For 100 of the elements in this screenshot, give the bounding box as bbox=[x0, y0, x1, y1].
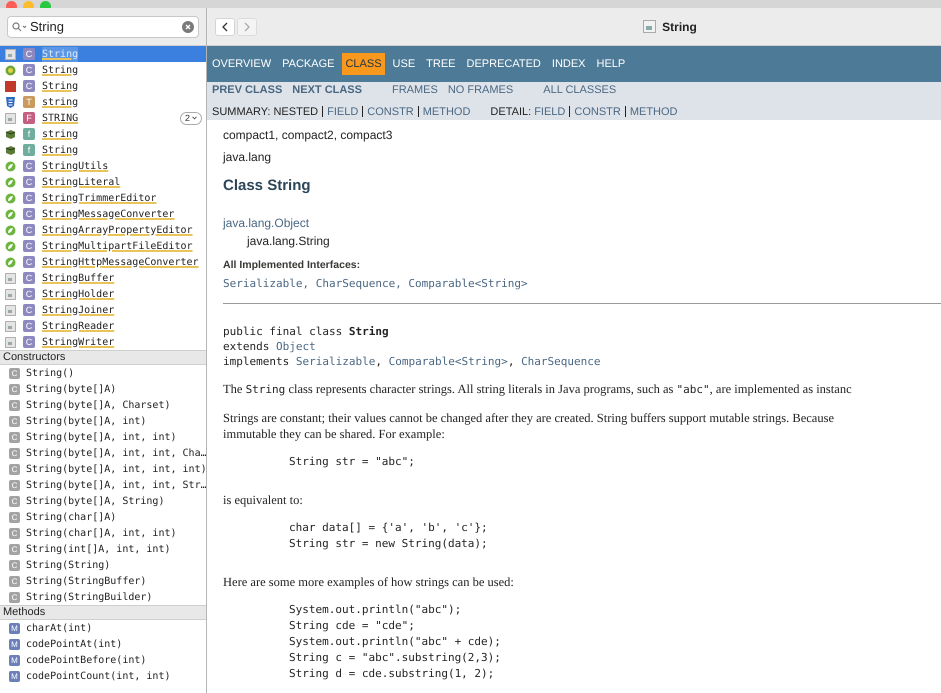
method-icon: M bbox=[9, 622, 20, 634]
result-name: StringWriter bbox=[42, 336, 114, 350]
constructor-icon: C bbox=[9, 592, 20, 602]
result-name: string bbox=[42, 128, 78, 142]
method-icon: M bbox=[9, 654, 20, 666]
result-name: StringMultipartFileEditor bbox=[42, 240, 193, 254]
detail-label: DETAIL: bbox=[490, 104, 532, 120]
type-icon: C bbox=[23, 320, 35, 332]
chevron-down-icon bbox=[192, 116, 197, 120]
member-signature: String() bbox=[26, 366, 74, 380]
result-name: String bbox=[42, 64, 78, 78]
member-signature: String(byte[]A, String) bbox=[26, 494, 164, 508]
description-paragraph: Strings are constant; their values cannot be changed after they are created. String buffers support mutable strings. Because immutable they can be shared. For example: bbox=[223, 410, 836, 442]
class-heading: Class String bbox=[223, 176, 312, 196]
summary-link[interactable]: CONSTR bbox=[367, 104, 414, 120]
member-signature: String(byte[]A, Charset) bbox=[26, 398, 170, 412]
leaf-icon bbox=[5, 160, 16, 172]
leaf-icon bbox=[5, 240, 16, 252]
result-name: StringHolder bbox=[42, 288, 114, 302]
type-icon: T bbox=[23, 96, 35, 108]
summary-link[interactable]: FIELD bbox=[327, 104, 358, 120]
constructor-icon: C bbox=[9, 512, 20, 522]
member-signature: String(byte[]A) bbox=[26, 382, 116, 396]
result-name: string bbox=[42, 96, 78, 110]
count-badge[interactable]: 2 bbox=[180, 112, 202, 124]
js-icon bbox=[5, 80, 16, 92]
member-signature: String(byte[]A, int, int, Cha… bbox=[26, 446, 206, 460]
constructor-icon: C bbox=[9, 384, 20, 394]
leaf-icon bbox=[5, 208, 16, 220]
constructor-icon: C bbox=[9, 576, 20, 586]
result-name: StringReader bbox=[42, 320, 114, 334]
type-icon: C bbox=[23, 336, 35, 348]
search-field[interactable]: String bbox=[7, 16, 199, 38]
type-icon: C bbox=[23, 80, 35, 92]
type-icon: F bbox=[23, 112, 35, 124]
class-name: java.lang.String bbox=[246, 232, 331, 250]
detail-link[interactable]: METHOD bbox=[630, 104, 678, 120]
member-signature: String(byte[]A, int, int, int) bbox=[26, 462, 206, 476]
nav-tab[interactable]: PACKAGE bbox=[279, 52, 338, 76]
type-icon: f bbox=[23, 128, 35, 140]
nav-tab[interactable]: TREE bbox=[423, 52, 459, 76]
method-icon: M bbox=[9, 638, 20, 650]
result-name: String bbox=[42, 46, 78, 62]
class-link[interactable]: PREV CLASS bbox=[212, 82, 282, 98]
result-name: StringArrayPropertyEditor bbox=[42, 224, 193, 238]
all-classes-link[interactable]: ALL CLASSES bbox=[543, 82, 616, 98]
leaf-icon bbox=[5, 176, 16, 188]
interfaces-list[interactable]: Serializable, CharSequence, Comparable<String> bbox=[223, 276, 925, 293]
interfaces-label: All Implemented Interfaces: bbox=[223, 258, 362, 272]
constructor-icon: C bbox=[9, 416, 20, 426]
result-name: StringLiteral bbox=[42, 176, 120, 190]
nav-tab[interactable]: INDEX bbox=[548, 52, 589, 76]
member-signature: String(byte[]A, int, int, Str… bbox=[26, 478, 206, 492]
frames-link[interactable]: FRAMES bbox=[392, 82, 438, 98]
section-header: Methods bbox=[0, 605, 206, 620]
constructor-icon: C bbox=[9, 544, 20, 554]
type-icon: C bbox=[23, 288, 35, 300]
member-signature: charAt(int) bbox=[26, 622, 92, 636]
nav-tab[interactable]: CLASS bbox=[342, 52, 385, 76]
section-header: Constructors bbox=[0, 350, 206, 365]
constructor-icon: C bbox=[9, 480, 20, 490]
detail-link[interactable]: FIELD bbox=[534, 104, 566, 120]
summary-link[interactable]: METHOD bbox=[422, 104, 470, 120]
member-signature: codePointAt(int) bbox=[26, 638, 122, 652]
description-paragraph: The String class represents character strings. All string literals in Java programs, such as "abc", are implemented as instanc bbox=[223, 380, 853, 398]
result-name: StringJoiner bbox=[42, 304, 114, 318]
type-icon: C bbox=[23, 64, 35, 76]
type-icon: C bbox=[23, 256, 35, 268]
type-icon: C bbox=[23, 192, 35, 204]
leaf-icon bbox=[5, 224, 16, 236]
superclass-link[interactable]: java.lang.Object bbox=[223, 214, 925, 232]
search-icon bbox=[12, 22, 27, 32]
code-example: String str = "abc"; bbox=[288, 454, 416, 470]
nav-tab[interactable]: DEPRECATED bbox=[464, 52, 544, 76]
nav-tab[interactable]: OVERVIEW bbox=[209, 52, 274, 76]
member-signature: String(StringBuffer) bbox=[26, 574, 146, 588]
description-paragraph: Here are some more examples of how strings can be used: bbox=[223, 574, 515, 590]
profiles-text: compact1, compact2, compact3 bbox=[223, 127, 394, 144]
member-signature: String(int[]A, int, int) bbox=[26, 542, 170, 556]
nav-tab[interactable]: USE bbox=[390, 52, 418, 76]
class-link[interactable]: NEXT CLASS bbox=[292, 82, 362, 98]
nav-tab[interactable]: HELP bbox=[594, 52, 628, 76]
member-signature: codePointCount(int, int) bbox=[26, 670, 170, 684]
constructor-icon: C bbox=[9, 560, 20, 570]
page-title: String bbox=[662, 18, 697, 36]
detail-link[interactable]: CONSTR bbox=[574, 104, 621, 120]
result-name: StringTrimmerEditor bbox=[42, 192, 156, 206]
clear-icon[interactable] bbox=[182, 20, 194, 32]
back-button[interactable] bbox=[215, 18, 235, 36]
description-paragraph: is equivalent to: bbox=[223, 492, 304, 508]
frames-link[interactable]: NO FRAMES bbox=[448, 82, 514, 98]
result-name: StringBuffer bbox=[42, 272, 114, 286]
package-name: java.lang bbox=[223, 149, 272, 166]
result-name: StringUtils bbox=[42, 160, 108, 174]
method-icon: M bbox=[9, 670, 20, 682]
cube-icon bbox=[5, 128, 16, 140]
constructor-icon: C bbox=[9, 432, 20, 442]
type-icon: C bbox=[23, 208, 35, 220]
type-icon: C bbox=[23, 48, 35, 60]
constructor-icon: C bbox=[9, 448, 20, 458]
